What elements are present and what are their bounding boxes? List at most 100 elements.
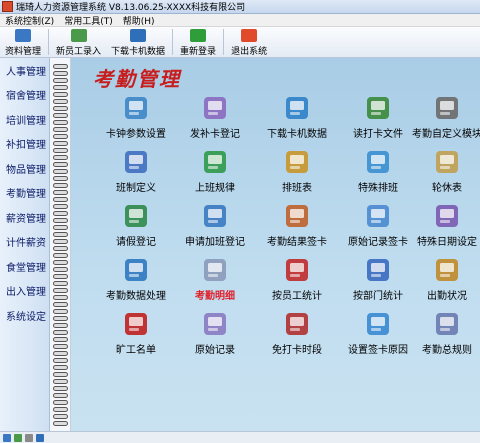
function-button[interactable]: 发补卡登记: [174, 94, 256, 140]
function-button[interactable]: 卡钟参数设置: [95, 94, 177, 140]
toolbar-relogin-button[interactable]: 重新登录: [175, 27, 221, 57]
function-label: 按部门统计: [353, 291, 403, 302]
employee-stats-icon: [283, 256, 311, 284]
function-label: 班制定义: [116, 183, 156, 194]
binding-ring: [53, 323, 68, 328]
function-button[interactable]: 旷工名单: [95, 310, 177, 356]
function-button[interactable]: 考勤数据处理: [95, 256, 177, 302]
sidebar-item-attendance[interactable]: 考勤管理: [0, 181, 49, 206]
function-label: 特殊日期设定: [417, 237, 477, 248]
function-button[interactable]: 申请加班登记: [174, 202, 256, 248]
function-button[interactable]: 原始记录: [174, 310, 256, 356]
function-button[interactable]: 考勤结果签卡: [256, 202, 338, 248]
absentee-icon: [122, 310, 150, 338]
binding-ring: [53, 281, 68, 286]
notebook-binding: [50, 58, 71, 431]
function-button[interactable]: 上班规律: [174, 148, 256, 194]
binding-ring: [53, 85, 68, 90]
function-button[interactable]: 出勤状况: [406, 256, 480, 302]
binding-ring: [53, 71, 68, 76]
original-record-icon: [201, 310, 229, 338]
function-label: 考勤明细: [195, 291, 235, 302]
main-panel: 考勤管理 卡钟参数设置 发补卡登记 下载卡机数据 读打卡文件 考勤自定义模块 班制定义 上班…: [71, 58, 480, 431]
app-icon: [2, 1, 13, 12]
status-bar: [0, 431, 480, 443]
toolbar-label: 重新登录: [180, 47, 217, 57]
toolbar-separator: [223, 29, 225, 55]
detail-icon: [201, 256, 229, 284]
function-button[interactable]: 特殊日期设定: [406, 202, 480, 248]
binding-ring: [53, 78, 68, 83]
function-button[interactable]: 考勤明细: [174, 256, 256, 302]
sidebar-item-piecework[interactable]: 计件薪资: [0, 230, 49, 255]
binding-ring: [53, 365, 68, 370]
binding-ring: [53, 393, 68, 398]
toolbar-separator: [48, 29, 50, 55]
function-button[interactable]: 轮休表: [406, 148, 480, 194]
function-label: 排班表: [282, 183, 312, 194]
function-label: 原始记录签卡: [348, 237, 408, 248]
schedule-icon: [283, 148, 311, 176]
special-date-icon: [433, 202, 461, 230]
function-button[interactable]: 排班表: [256, 148, 338, 194]
toolbar-new-employee-button[interactable]: 新员工录入: [51, 27, 106, 57]
menu-common-tools[interactable]: 常用工具(T): [59, 14, 118, 27]
attendance-status-icon: [433, 256, 461, 284]
function-button[interactable]: 请假登记: [95, 202, 177, 248]
function-button[interactable]: 班制定义: [95, 148, 177, 194]
function-row: 考勤数据处理 考勤明细 按员工统计 按部门统计 出勤状况: [71, 256, 480, 310]
toolbar-download-button[interactable]: 下载卡机数据: [106, 27, 170, 57]
function-label: 申请加班登记: [185, 237, 245, 248]
function-label: 考勤结果签卡: [267, 237, 327, 248]
toolbar-label: 退出系统: [231, 47, 268, 57]
function-label: 卡钟参数设置: [106, 129, 166, 140]
sidebar-item-access[interactable]: 出入管理: [0, 279, 49, 304]
window-title: 瑞琦人力资源管理系统 V8.13.06.25-XXXX科技有限公司: [16, 3, 246, 13]
page-title: 考勤管理: [93, 67, 181, 91]
status-icon: [3, 433, 11, 442]
download-icon: [130, 29, 147, 42]
menu-system-control[interactable]: 系统控制(Z): [0, 14, 59, 27]
sidebar-item-canteen[interactable]: 食堂管理: [0, 254, 49, 279]
function-button[interactable]: 下载卡机数据: [256, 94, 338, 140]
record-sign-icon: [364, 202, 392, 230]
toolbar-exit-button[interactable]: 退出系统: [226, 27, 272, 57]
binding-ring: [53, 309, 68, 314]
binding-ring: [53, 176, 68, 181]
sidebar-item-training[interactable]: 培训管理: [0, 107, 49, 132]
binding-ring: [53, 246, 68, 251]
sidebar-item-salary[interactable]: 薪资管理: [0, 205, 49, 230]
function-button[interactable]: 考勤自定义模块: [406, 94, 480, 140]
special-schedule-icon: [364, 148, 392, 176]
toolbar-label: 资料管理: [5, 47, 42, 57]
function-button[interactable]: 考勤总规则: [406, 310, 480, 356]
work-pattern-icon: [201, 148, 229, 176]
binding-ring: [53, 155, 68, 160]
binding-ring: [53, 106, 68, 111]
card-issue-icon: [201, 94, 229, 122]
function-button[interactable]: 按员工统计: [256, 256, 338, 302]
function-label: 考勤数据处理: [106, 291, 166, 302]
rules-book-icon: [433, 310, 461, 338]
sidebar: 人事管理 宿舍管理 培训管理 补扣管理 物品管理 考勤管理 薪资管理 计件薪资 …: [0, 58, 50, 431]
binding-ring: [53, 197, 68, 202]
toolbar-label: 下载卡机数据: [111, 47, 166, 57]
download-icon: [283, 94, 311, 122]
binding-ring: [53, 253, 68, 258]
sidebar-item-system-settings[interactable]: 系统设定: [0, 303, 49, 328]
sidebar-item-goods[interactable]: 物品管理: [0, 156, 49, 181]
binding-ring: [53, 295, 68, 300]
status-icon: [14, 433, 22, 442]
function-label: 免打卡时段: [272, 345, 322, 356]
binding-ring: [53, 407, 68, 412]
binding-ring: [53, 400, 68, 405]
binding-ring: [53, 204, 68, 209]
menu-help[interactable]: 帮助(H): [118, 14, 160, 27]
sidebar-item-deductions[interactable]: 补扣管理: [0, 132, 49, 157]
sidebar-item-personnel[interactable]: 人事管理: [0, 58, 49, 83]
sidebar-item-dormitory[interactable]: 宿舍管理: [0, 83, 49, 108]
function-button[interactable]: 免打卡时段: [256, 310, 338, 356]
toolbar-data-management-button[interactable]: 资料管理: [0, 27, 46, 57]
function-label: 上班规律: [195, 183, 235, 194]
binding-ring: [53, 267, 68, 272]
